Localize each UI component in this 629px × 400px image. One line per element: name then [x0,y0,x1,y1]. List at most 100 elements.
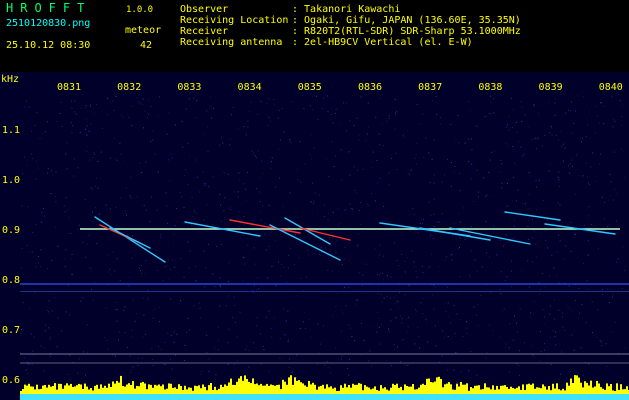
level-bar [556,383,558,394]
noise-pixel [256,289,258,291]
noise-pixel [624,347,626,349]
noise-pixel [388,172,390,174]
spectrogram: kHz 0831 0832 0833 0834 0835 0836 0837 0838 0839… [0,72,629,400]
noise-pixel [38,167,39,169]
noise-pixel [587,288,589,290]
noise-pixel [204,286,206,288]
noise-pixel [324,364,326,366]
noise-pixel [538,112,540,114]
noise-pixel [158,307,160,308]
noise-pixel [27,373,28,375]
noise-pixel [263,233,265,235]
level-bar [472,388,474,394]
noise-pixel [227,363,229,365]
level-bar [576,375,578,394]
noise-pixel [164,342,165,343]
level-bar [282,379,284,394]
noise-pixel [317,213,319,215]
noise-pixel [417,232,419,234]
level-bar [68,385,70,394]
noise-pixel [73,158,75,160]
level-bar [140,382,142,394]
level-bar [108,383,110,394]
noise-pixel [470,276,472,278]
level-bar [302,383,304,394]
level-bar [328,387,330,394]
level-bar [206,390,208,394]
noise-pixel [328,366,330,368]
noise-pixel [434,287,436,288]
noise-pixel [356,117,358,119]
noise-pixel [71,274,73,275]
noise-pixel [546,218,548,220]
noise-pixel [48,327,50,329]
noise-pixel [206,110,208,112]
time-tick-label: 0833 [177,82,201,93]
level-bar [200,388,202,394]
level-bar [350,387,352,394]
noise-pixel [220,204,221,206]
noise-pixel [335,347,336,349]
noise-pixel [549,275,551,277]
noise-pixel [195,218,197,220]
noise-pixel [499,289,501,290]
noise-pixel [116,159,118,161]
level-bar [502,385,504,394]
info-key: Receiving antenna [180,37,283,48]
level-bar [80,384,82,394]
noise-pixel [69,354,71,356]
noise-pixel [299,328,301,330]
level-bar [384,387,386,394]
noise-pixel [239,311,241,313]
noise-pixel [21,267,22,269]
noise-pixel [521,270,523,272]
level-bar [104,385,106,394]
noise-pixel [212,176,213,178]
noise-pixel [571,334,573,336]
noise-pixel [447,336,449,337]
noise-pixel [310,154,311,156]
level-bar [420,384,422,394]
noise-pixel [553,267,555,269]
level-bar [626,386,628,394]
level-bar [304,385,306,394]
noise-pixel [413,261,415,263]
noise-pixel [499,336,501,338]
noise-pixel [128,276,130,278]
noise-pixel [278,148,280,150]
noise-pixel [43,347,45,349]
noise-pixel [203,250,205,252]
time-tick-label: 0838 [478,82,502,93]
noise-pixel [22,301,24,303]
noise-pixel [567,109,569,111]
noise-pixel [412,208,414,210]
noise-pixel [520,101,522,103]
noise-pixel [139,162,141,164]
noise-pixel [454,166,456,167]
noise-pixel [208,186,210,188]
noise-pixel [361,95,363,97]
noise-pixel [252,342,254,344]
noise-pixel [107,349,109,350]
noise-pixel [311,182,313,184]
level-bar [346,387,348,394]
noise-pixel [172,244,174,246]
freq-tick-label: 0.7 [2,325,20,336]
noise-pixel [357,299,359,301]
noise-pixel [239,180,241,182]
noise-pixel [509,323,510,325]
noise-pixel [368,360,370,362]
noise-pixel [595,105,597,107]
level-bar [292,384,294,394]
noise-pixel [144,273,146,275]
noise-pixel [438,285,440,287]
noise-pixel [159,321,161,323]
noise-pixel [325,248,327,250]
noise-pixel [233,296,235,298]
noise-pixel [279,177,281,179]
noise-pixel [564,147,566,149]
noise-pixel [243,216,245,217]
noise-pixel [493,225,494,227]
noise-pixel [116,258,118,260]
noise-pixel [379,144,381,146]
